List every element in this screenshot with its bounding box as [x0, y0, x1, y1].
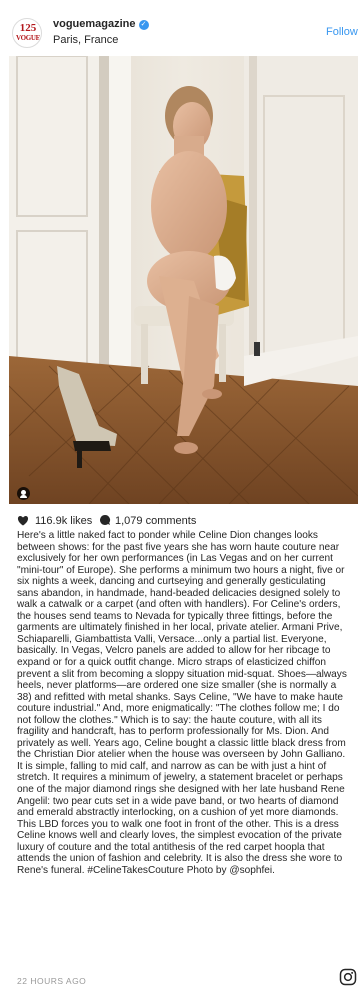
location[interactable]: Paris, France [53, 34, 118, 46]
likes-count[interactable]: 116.9k likes [35, 515, 92, 527]
follow-button[interactable]: Follow [326, 26, 358, 38]
person-tag-icon[interactable] [17, 487, 30, 500]
post-header: 125 VOGUE voguemagazine ✓ Paris, France F… [0, 0, 358, 56]
avatar[interactable]: 125 VOGUE [12, 18, 42, 48]
logo-wordmark: VOGUE [16, 34, 41, 42]
comments-count[interactable]: 1,079 comments [115, 515, 196, 527]
post-timestamp: 22 HOURS AGO [17, 976, 87, 986]
photo-illustration [9, 56, 358, 504]
username-row[interactable]: voguemagazine ✓ [53, 18, 149, 30]
post-caption: Here's a little naked fact to ponder whi… [17, 530, 347, 876]
username[interactable]: voguemagazine [53, 18, 136, 30]
vogue-logo: 125 VOGUE [16, 23, 40, 45]
verified-badge-icon: ✓ [138, 20, 149, 30]
post-photo[interactable] [9, 56, 358, 504]
comment-icon[interactable] [99, 514, 111, 526]
heart-icon[interactable] [17, 515, 29, 526]
instagram-icon[interactable] [339, 968, 357, 986]
logo-number: 125 [19, 22, 37, 34]
